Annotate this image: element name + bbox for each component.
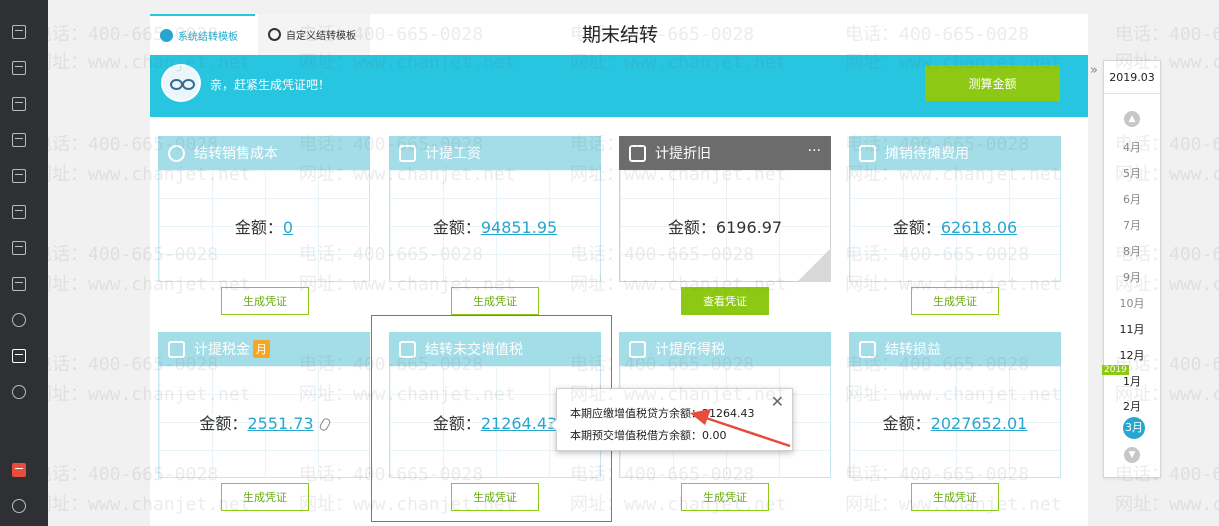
collapse-icon[interactable]: » (1090, 63, 1098, 78)
amount-link[interactable]: 2027652.01 (931, 414, 1028, 433)
generate-voucher-button[interactable]: 生成凭证 (911, 287, 999, 315)
card-header: 计提工资 (389, 136, 601, 170)
amount-value: 6196.97 (715, 218, 783, 237)
vat-balance-tooltip: 本期应缴增值税贷方余额：21264.43 本期预交增值税借方余额：0.00 ✕ (549, 388, 793, 451)
view-voucher-button[interactable]: 查看凭证 (681, 287, 769, 315)
timeline-month[interactable]: 1月 (1104, 373, 1160, 389)
tooltip-line-credit: 本期应缴增值税贷方余额：21264.43 (570, 407, 755, 420)
card-accrue-salary: 计提工资 金额：94851.95 (389, 136, 601, 286)
close-icon[interactable]: ✕ (771, 392, 784, 411)
current-period: 2019.03 (1104, 61, 1160, 94)
tooltip-line-prepaid: 本期预交增值税借方余额：0.00 (570, 429, 727, 442)
hint-banner: 亲，赶紧生成凭证吧！ 测算金额 (150, 55, 1088, 117)
timeline-month[interactable]: 4月 (1104, 139, 1160, 155)
card-title: 计提工资 (425, 146, 481, 162)
card-amount: 金额：6196.97 (667, 218, 783, 237)
checklist-icon (629, 340, 646, 358)
wallet-icon (399, 144, 416, 162)
timeline-month[interactable]: 10月 (1104, 295, 1160, 311)
refresh-icon (268, 28, 281, 41)
card-depreciation: 计提折旧 ··· 金额：6196.97 (619, 136, 831, 286)
card-amount: 金额：2027652.01 (882, 414, 1028, 433)
timeline-month[interactable]: 6月 (1104, 191, 1160, 207)
timeline-month[interactable]: 11月 (1104, 321, 1160, 337)
page-title: 期末结转 (581, 24, 658, 46)
tab-label: 自定义结转模板 (286, 31, 356, 42)
attachment-icon[interactable] (317, 416, 332, 433)
tax-form-icon (168, 340, 185, 358)
help-icon[interactable] (12, 499, 26, 513)
dashboard-icon[interactable] (12, 25, 26, 39)
voucher-icon[interactable] (12, 61, 26, 75)
card-profit-loss: 结转损益 金额：2027652.01 (849, 332, 1061, 482)
card-amount: 金额：0 (234, 218, 294, 237)
card-header: 结转损益 (849, 332, 1061, 366)
tab-system-template[interactable]: 系统结转模板 (150, 14, 255, 55)
tab-label: 系统结转模板 (178, 32, 238, 43)
card-title: 计提税金 (194, 342, 250, 358)
template-icon (160, 29, 173, 42)
timeline-month[interactable]: 12月 (1104, 347, 1160, 363)
monthly-badge: 月 (253, 340, 270, 358)
timeline-month[interactable]: 8月 (1104, 243, 1160, 259)
card-header: 计提所得税 (619, 332, 831, 366)
current-month[interactable]: 3月 (1123, 417, 1145, 439)
card-amount: 金额：2551.73 (158, 410, 370, 434)
card-title: 摊销待摊费用 (885, 146, 969, 162)
card-header: 计提折旧 ··· (619, 136, 831, 170)
period-close-icon[interactable] (12, 349, 26, 363)
building-icon (629, 144, 646, 162)
document-icon[interactable] (12, 205, 26, 219)
card-title: 计提折旧 (655, 146, 711, 162)
card-amortize-expenses: 摊销待摊费用 金额：62618.06 (849, 136, 1061, 286)
tab-custom-template[interactable]: 自定义结转模板 (258, 14, 370, 55)
banner-message: 亲，赶紧生成凭证吧！ (210, 78, 331, 92)
amount-link[interactable]: 62618.06 (941, 218, 1017, 237)
scroll-up-icon[interactable]: ▲ (1124, 111, 1140, 127)
card-title: 结转销售成本 (194, 146, 278, 162)
report-chart-icon[interactable] (12, 97, 26, 111)
amount-link[interactable]: 2551.73 (247, 414, 313, 433)
amount-link[interactable]: 0 (283, 218, 293, 237)
calendar-icon[interactable] (12, 169, 26, 183)
generate-voucher-button[interactable]: 生成凭证 (221, 483, 309, 511)
generate-voucher-button[interactable]: 生成凭证 (451, 287, 539, 315)
tax-icon[interactable] (12, 241, 26, 255)
left-nav-rail (0, 0, 48, 526)
card-amount: 金额：62618.06 (892, 218, 1018, 237)
calculate-amount-button[interactable]: 测算金额 (925, 65, 1060, 101)
card-header: 结转销售成本 (158, 136, 370, 170)
image-icon[interactable] (12, 277, 26, 291)
period-timeline: 2019.03 ▲ 4月 5月 6月 7月 8月 9月 10月 11月 12月 … (1102, 60, 1161, 478)
timeline-month[interactable]: 5月 (1104, 165, 1160, 181)
generate-voucher-button[interactable]: 生成凭证 (681, 483, 769, 511)
amount-link[interactable]: 94851.95 (481, 218, 557, 237)
more-options-icon[interactable]: ··· (808, 143, 821, 159)
generate-voucher-button[interactable]: 生成凭证 (221, 287, 309, 315)
card-title: 结转损益 (885, 342, 941, 358)
mascot-avatar-icon (161, 64, 201, 102)
completed-check-icon (797, 248, 831, 282)
ledger-icon[interactable] (12, 133, 26, 147)
settings-gear-icon[interactable] (12, 385, 26, 399)
card-header: 摊销待摊费用 (849, 136, 1061, 170)
chart-icon (168, 144, 185, 162)
card-header: 计提税金 月 (158, 332, 370, 366)
coins-icon (859, 340, 876, 358)
user-icon[interactable] (12, 313, 26, 327)
money-bag-icon (859, 144, 876, 162)
card-amount: 金额：94851.95 (432, 218, 558, 237)
card-accrue-tax: 计提税金 月 金额：2551.73 (158, 332, 370, 482)
timeline-month[interactable]: 9月 (1104, 269, 1160, 285)
generate-voucher-button[interactable]: 生成凭证 (911, 483, 999, 511)
scroll-down-icon[interactable]: ▼ (1124, 447, 1140, 463)
card-sales-cost: 结转销售成本 金额：0 (158, 136, 370, 286)
timeline-month[interactable]: 7月 (1104, 217, 1160, 233)
app-store-icon[interactable] (12, 463, 26, 477)
timeline-month[interactable]: 2月 (1104, 398, 1160, 414)
card-title: 计提所得税 (655, 342, 725, 358)
